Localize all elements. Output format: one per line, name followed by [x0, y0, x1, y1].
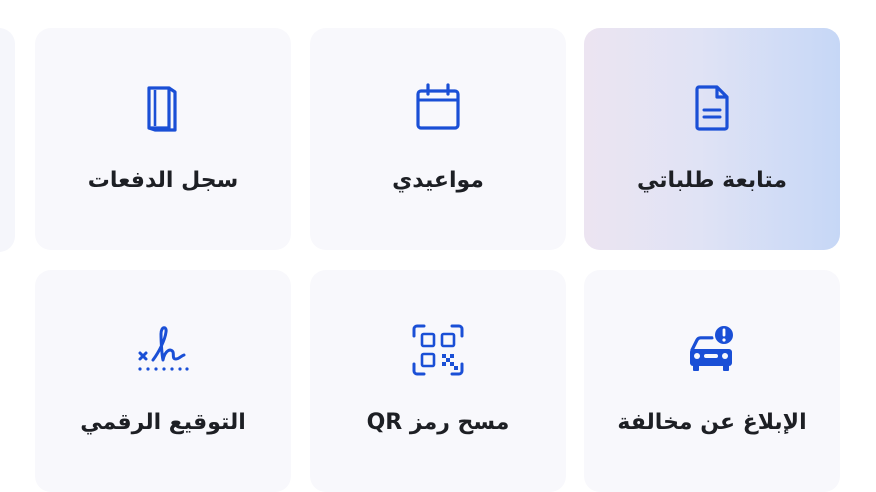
card-label: مسح رمز QR: [366, 410, 510, 435]
card-label: مواعيدي: [392, 168, 484, 193]
book-icon: [147, 86, 177, 132]
report-violation-card[interactable]: الإبلاغ عن مخالفة: [584, 270, 840, 492]
track-my-requests-card[interactable]: متابعة طلباتي: [584, 28, 840, 250]
digital-signature-card[interactable]: التوقيع الرقمي: [35, 270, 291, 492]
services-grid: متابعة طلباتي مواعيدي سجل الدفعات الإبلا…: [0, 0, 876, 492]
card-label: متابعة طلباتي: [636, 168, 787, 193]
my-appointments-card[interactable]: مواعيدي: [310, 28, 566, 250]
calendar-icon: [416, 83, 460, 130]
signature-icon: [138, 326, 189, 371]
payments-history-card[interactable]: سجل الدفعات: [35, 28, 291, 250]
document-icon: [695, 85, 729, 131]
card-label: التوقيع الرقمي: [80, 410, 246, 435]
qr-scan-icon: [412, 324, 464, 376]
partial-card-left-edge[interactable]: [0, 28, 15, 252]
card-label: الإبلاغ عن مخالفة: [617, 410, 807, 435]
scan-qr-card[interactable]: مسح رمز QR: [310, 270, 566, 492]
car-alert-icon: [690, 324, 735, 371]
card-label: سجل الدفعات: [87, 168, 239, 193]
